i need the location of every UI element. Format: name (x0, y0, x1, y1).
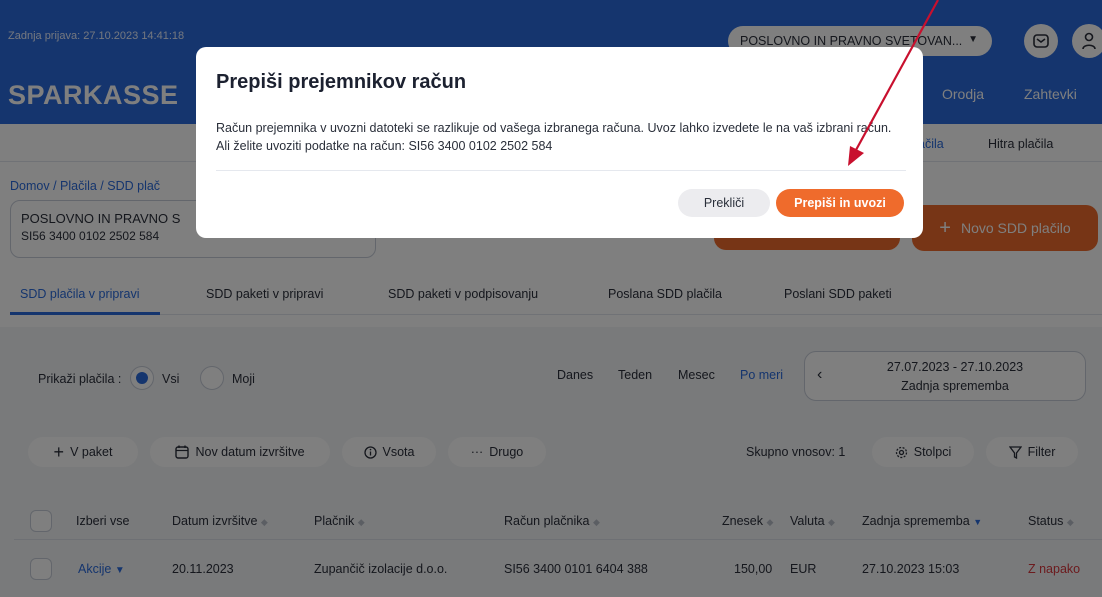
dialog-title: Prepiši prejemnikov račun (216, 71, 467, 93)
overwrite-account-dialog: Prepiši prejemnikov račun Račun prejemni… (196, 47, 923, 238)
dialog-divider (216, 170, 906, 171)
cancel-button[interactable]: Prekliči (678, 189, 770, 217)
dialog-message: Račun prejemnika v uvozni datoteki se ra… (216, 121, 892, 153)
overwrite-and-import-button[interactable]: Prepiši in uvozi (776, 189, 904, 217)
